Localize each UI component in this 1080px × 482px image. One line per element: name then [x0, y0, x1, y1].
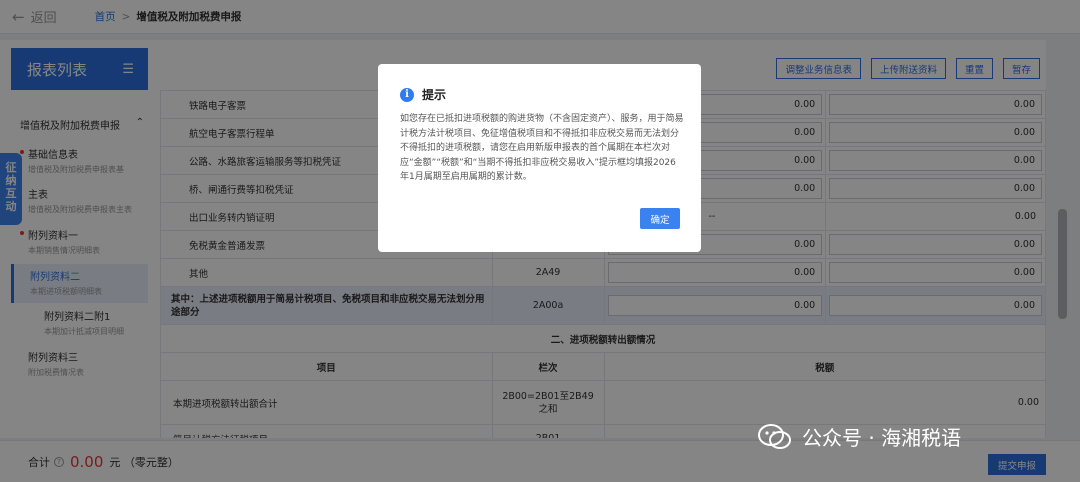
- dialog-title: 提示: [422, 88, 447, 102]
- notice-dialog: i 提示 如您存在已抵扣进项税额的购进货物（不含固定资产）、服务，用于简易计税方…: [378, 64, 701, 252]
- confirm-button[interactable]: 确定: [640, 208, 680, 229]
- info-icon: i: [400, 87, 414, 102]
- dialog-message: 如您存在已抵扣进项税额的购进货物（不含固定资产）、服务，用于简易计税方法计税项目…: [400, 114, 684, 182]
- dialog-header: i 提示: [400, 86, 446, 103]
- watermark: 公众号 · 海湘税语: [758, 422, 961, 451]
- watermark-text: 公众号 · 海湘税语: [802, 426, 962, 450]
- wechat-icon: [758, 423, 791, 449]
